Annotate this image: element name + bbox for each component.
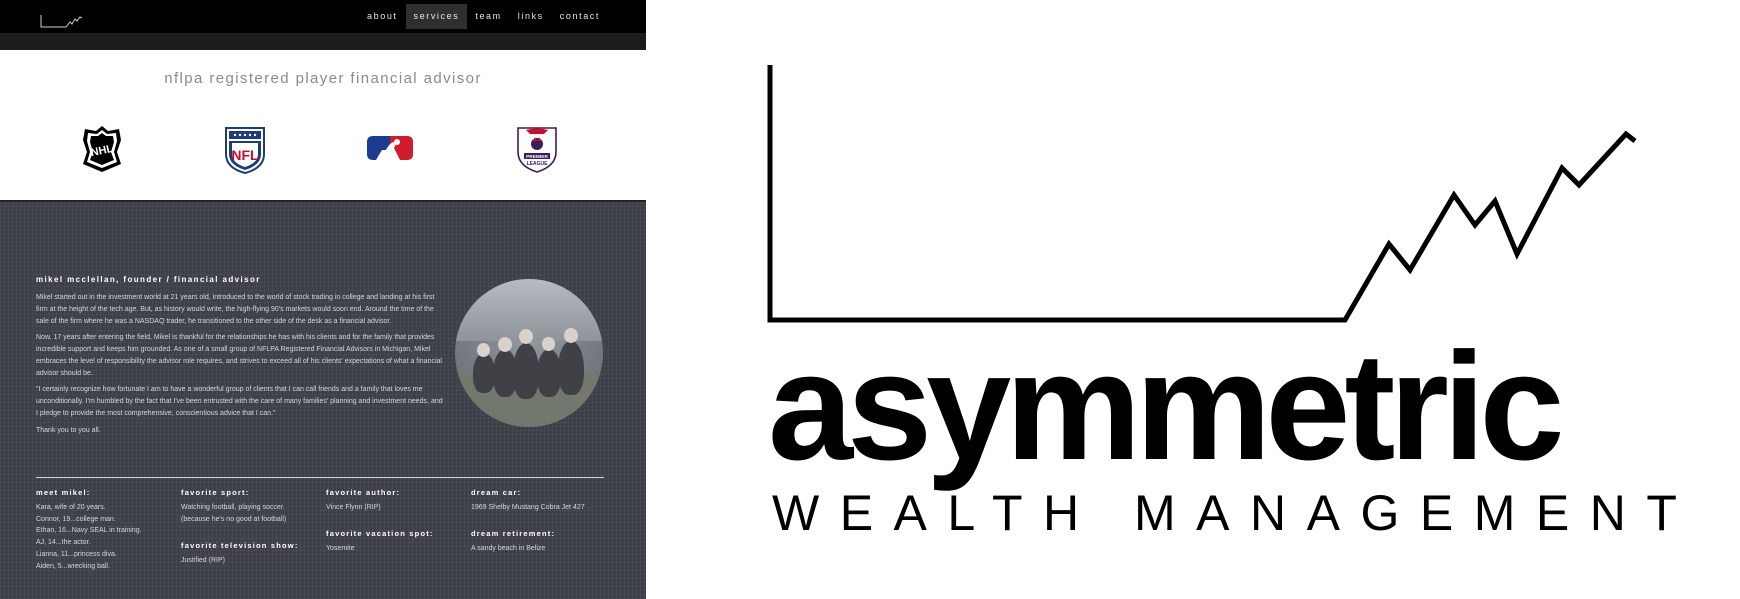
favorite-vacation-heading: favorite vacation spot:: [326, 529, 434, 538]
brand-subtitle: WEALTH MANAGEMENT: [772, 485, 1698, 541]
nav-contact[interactable]: contact: [552, 4, 608, 29]
premier-league-logo-icon: PREMIER LEAGUE: [517, 127, 557, 173]
family-member: Lianna, 11...princess diva.: [36, 550, 117, 558]
dream-car-value: 1969 Shelby Mustang Cobra Jet 427: [471, 504, 585, 511]
family-member: AJ, 14...the actor.: [36, 539, 91, 547]
tagline: nflpa registered player financial adviso…: [164, 70, 482, 87]
founder-thanks: Thank you to you all.: [36, 427, 101, 434]
top-navigation-bar: about services team links contact: [0, 0, 646, 33]
dream-car-heading: dream car:: [471, 488, 522, 497]
family-member: Ethan, 16...Navy SEAL in training.: [36, 527, 142, 535]
family-member: Connor, 19...college man.: [36, 515, 116, 523]
family-member: Kara, wife of 20 years.: [36, 504, 106, 511]
nfl-logo-icon: NFL: [225, 127, 265, 174]
nav-links[interactable]: links: [510, 4, 552, 29]
favorite-tv-value: Justified (RIP): [181, 557, 225, 564]
section-divider: [36, 477, 604, 478]
website-screenshot: about services team links contact nflpa …: [0, 0, 646, 599]
favorite-author-value: Vince Flynn (RIP): [326, 504, 381, 511]
mlb-logo-icon: [367, 136, 413, 160]
family-photo: [455, 279, 603, 427]
favorite-tv-heading: favorite television show:: [181, 541, 299, 550]
main-nav: about services team links contact: [359, 4, 608, 29]
family-list: Kara, wife of 20 years. Connor, 19...col…: [36, 502, 142, 572]
favorite-sport-value: Watching football, playing soccer. (beca…: [181, 502, 286, 525]
favorite-sport-line: Watching football, playing soccer.: [181, 504, 285, 511]
founder-heading: mikel mcclellan, founder / financial adv…: [36, 275, 261, 284]
favorite-author-heading: favorite author:: [326, 488, 401, 497]
founder-quote: "I certainly recognize how fortunate I a…: [36, 386, 443, 417]
site-logo[interactable]: [40, 13, 86, 29]
brand-chart-logo-icon: [767, 65, 1637, 323]
nav-about[interactable]: about: [359, 4, 406, 29]
svg-text:LEAGUE: LEAGUE: [527, 161, 549, 167]
svg-text:PREMIER: PREMIER: [526, 154, 548, 160]
dream-retirement-heading: dream retirement:: [471, 529, 556, 538]
brand-name: asymmetric: [768, 321, 1565, 492]
family-member: Aiden, 5...wrecking ball.: [36, 562, 110, 570]
favorite-vacation-value: Yosemite: [326, 545, 355, 552]
svg-text:NFL: NFL: [231, 147, 259, 163]
meet-mikel-heading: meet mikel:: [36, 488, 91, 497]
nav-services[interactable]: services: [405, 4, 468, 29]
dream-retirement-value: A sandy beach in Belize: [471, 545, 546, 552]
favorite-sport-heading: favorite sport:: [181, 488, 250, 497]
founder-bio-paragraph: Now, 17 years after entering the field, …: [36, 334, 442, 377]
sub-nav-strip: [0, 33, 646, 50]
founder-bio-paragraph: Mikel started out in the investment worl…: [36, 294, 435, 325]
nav-team[interactable]: team: [467, 4, 509, 29]
nhl-logo-icon: NHL: [83, 126, 121, 172]
favorite-sport-line: (because he's no good at football): [181, 515, 287, 523]
